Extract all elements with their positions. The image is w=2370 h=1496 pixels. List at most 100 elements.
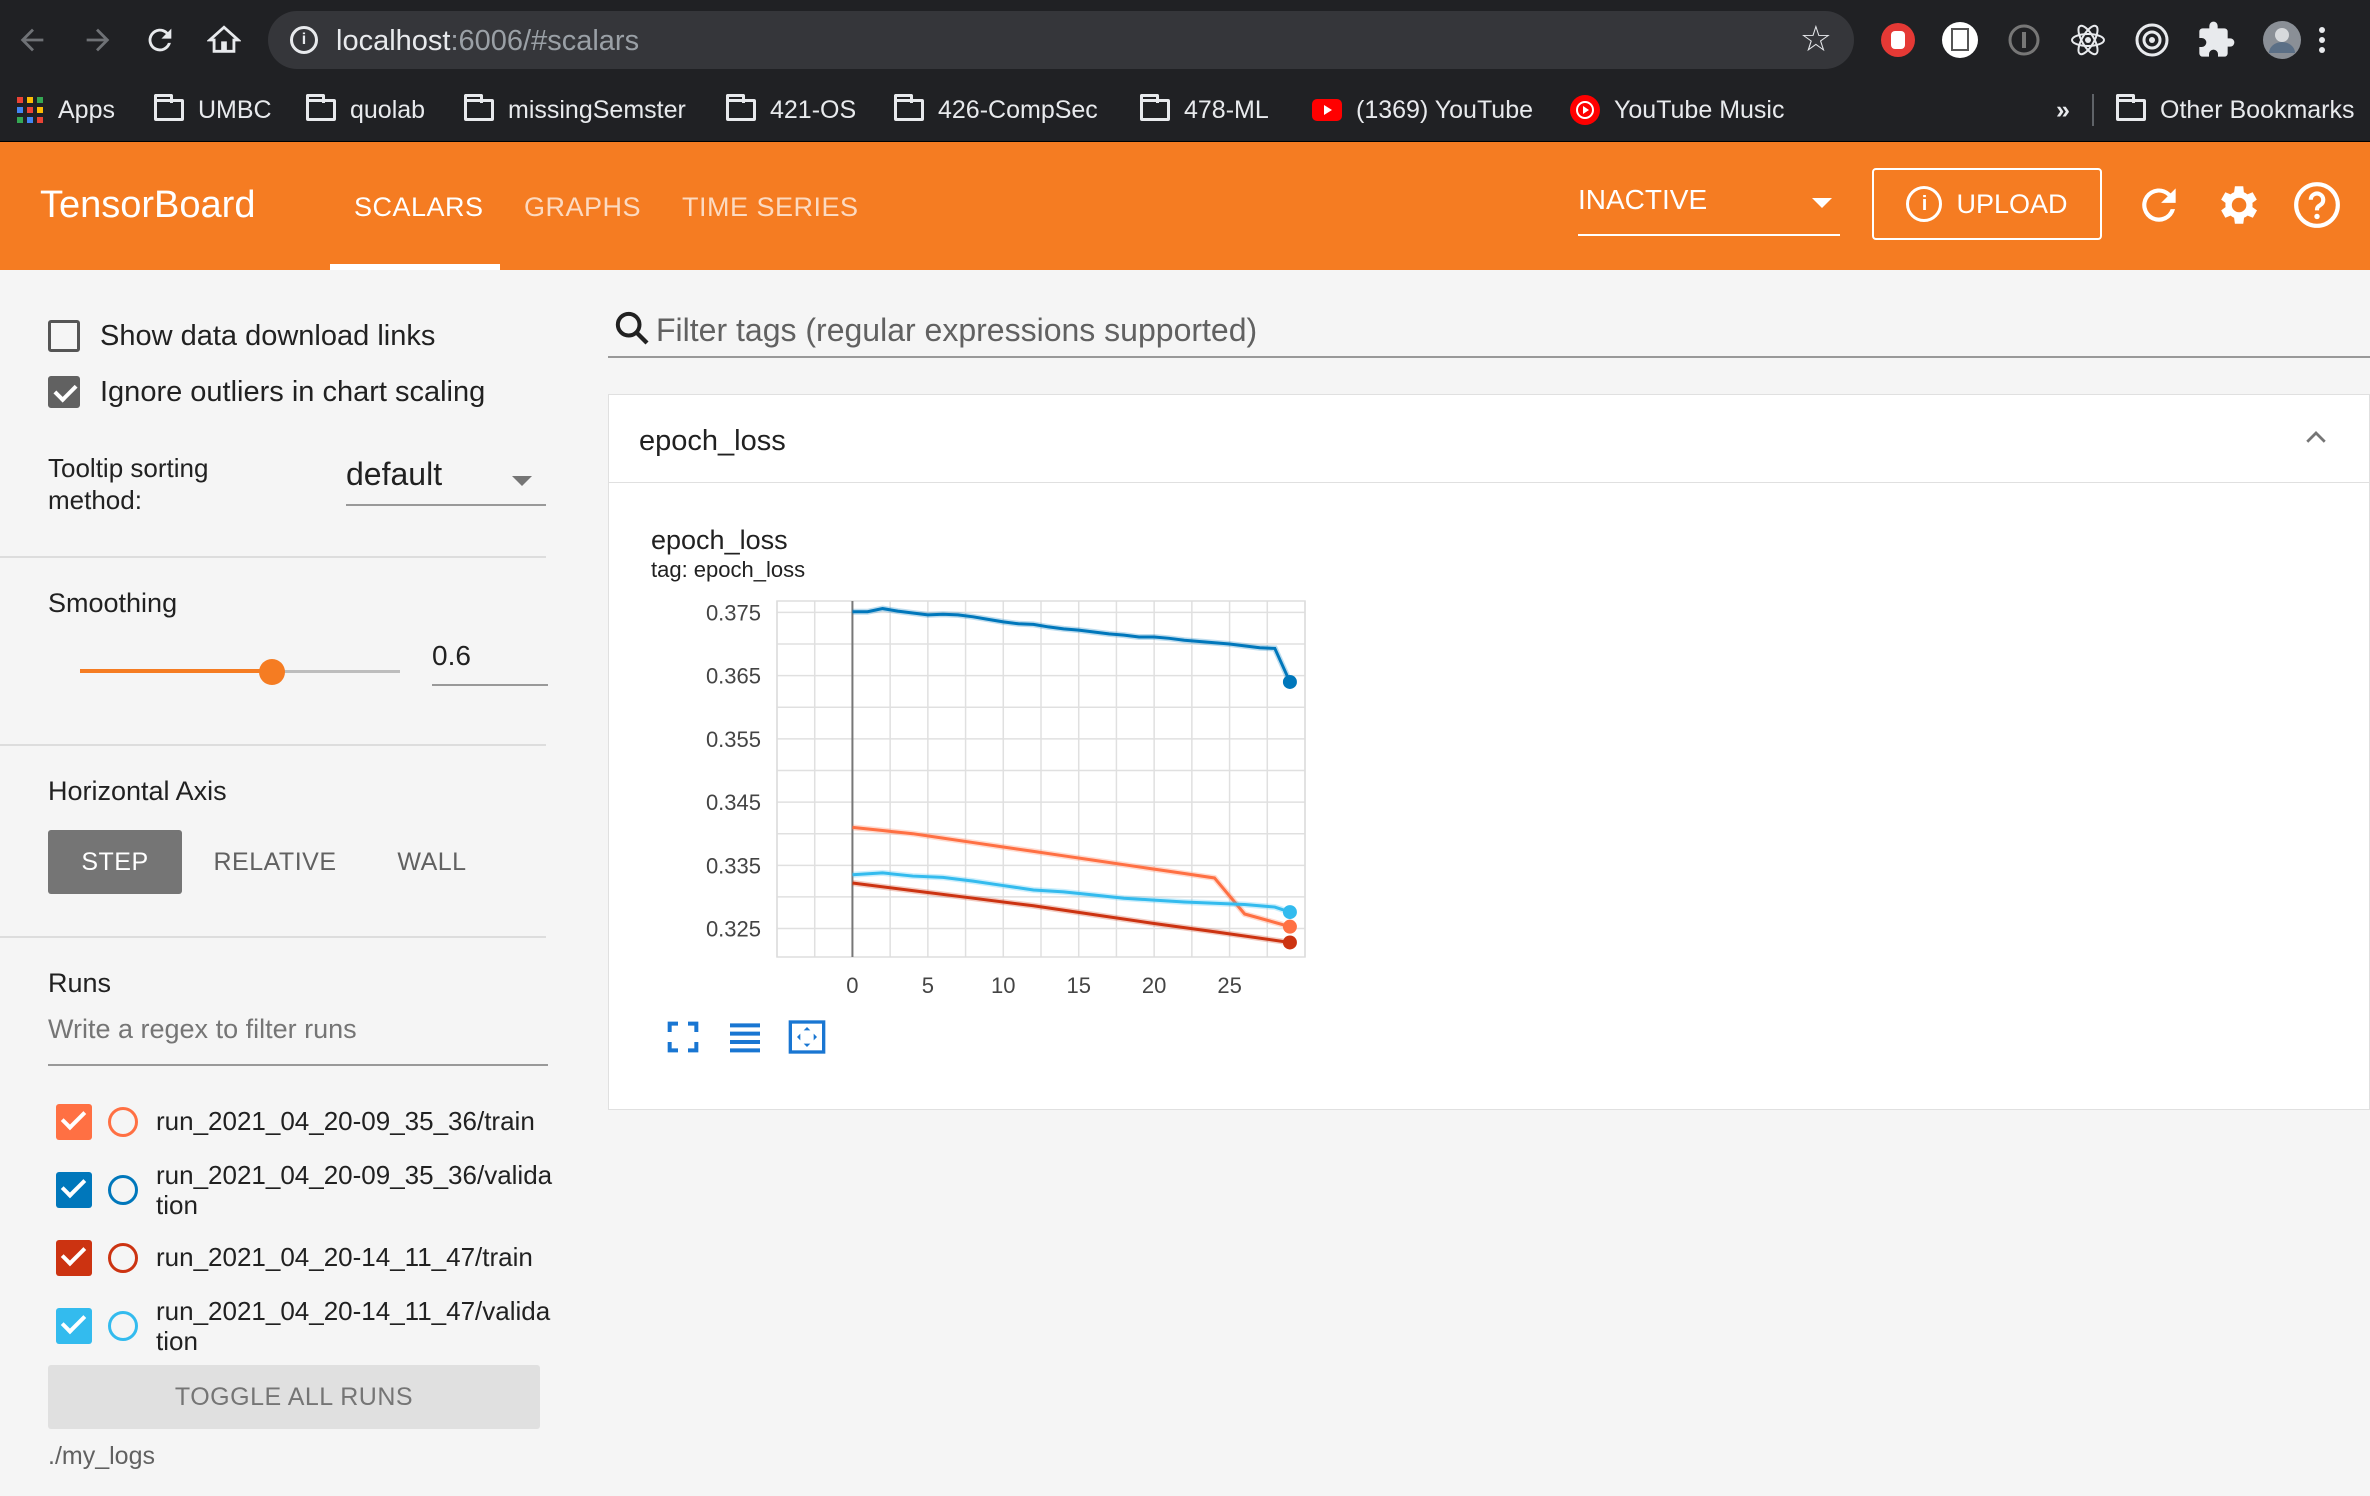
- home-icon: [207, 25, 241, 53]
- youtube-icon: [1312, 99, 1342, 121]
- url-text: localhost:6006/#scalars: [336, 25, 640, 57]
- chart-subtitle: tag: epoch_loss: [651, 557, 806, 582]
- refresh-icon[interactable]: [2134, 180, 2184, 230]
- more-bookmarks-button[interactable]: »: [2056, 88, 2070, 132]
- toggle-all-runs-button[interactable]: TOGGLE ALL RUNS: [48, 1365, 540, 1429]
- x-tick-label: 25: [1217, 973, 1241, 998]
- run-color-ring-3[interactable]: [108, 1243, 138, 1273]
- card-title: epoch_loss: [639, 425, 786, 457]
- scalar-card: epoch_loss epoch_loss tag: epoch_loss 0.…: [608, 394, 2370, 1110]
- reload-button[interactable]: [140, 20, 180, 60]
- browser-menu-icon[interactable]: [2312, 20, 2332, 60]
- info-icon: i: [1906, 186, 1943, 222]
- sidebar: Show data download links Ignore outliers…: [0, 270, 560, 1496]
- section-divider: [0, 556, 546, 558]
- smoothing-slider-thumb[interactable]: [259, 659, 285, 685]
- bookmark-label: 426-CompSec: [938, 95, 1098, 124]
- tab-graphs[interactable]: GRAPHS: [524, 192, 641, 223]
- avatar[interactable]: [2262, 20, 2302, 60]
- horizontal-axis-label: Horizontal Axis: [48, 776, 227, 806]
- y-tick-label: 0.375: [706, 600, 761, 625]
- home-button[interactable]: [204, 20, 244, 60]
- status-select[interactable]: INACTIVE: [1578, 184, 1840, 236]
- apps-grid-icon: [17, 97, 43, 123]
- bookmarks-bar: Apps UMBC quolab missingSemster 421-OS 4…: [0, 80, 2370, 142]
- info-extension-icon[interactable]: [2004, 20, 2044, 60]
- address-bar[interactable]: i localhost:6006/#scalars ☆: [268, 11, 1854, 69]
- smoothing-value-input[interactable]: 0.6: [432, 640, 548, 686]
- help-icon[interactable]: [2292, 180, 2342, 230]
- run-color-ring-2[interactable]: [108, 1175, 138, 1205]
- tab-time-series[interactable]: TIME SERIES: [682, 192, 859, 223]
- bookmark-426-compsec[interactable]: 426-CompSec: [894, 88, 1098, 132]
- tag-filter-input[interactable]: Filter tags (regular expressions support…: [608, 300, 2370, 358]
- line-chart[interactable]: 0.325 0.335 0.345 0.355 0.365 0.375 0 5 10 15 20 25: [629, 591, 1329, 1011]
- stop-hand-extension-icon[interactable]: [1878, 20, 1918, 60]
- run-checkbox-1[interactable]: [56, 1104, 92, 1140]
- section-divider: [0, 744, 546, 746]
- x-tick-label: 5: [922, 973, 934, 998]
- series-endpoint-2: [1282, 919, 1297, 934]
- run-name-3: run_2021_04_20-14_11_47/train: [156, 1242, 533, 1272]
- settings-gear-icon[interactable]: [2212, 180, 2262, 230]
- bookmark-other[interactable]: Other Bookmarks: [2116, 88, 2355, 132]
- card-header[interactable]: epoch_loss: [609, 395, 2369, 483]
- runs-filter-input[interactable]: Write a regex to filter runs: [48, 1014, 548, 1066]
- brand-title: TensorBoard: [40, 184, 256, 226]
- bookmark-label: 478-ML: [1184, 95, 1269, 124]
- fit-domain-icon[interactable]: [785, 1017, 829, 1057]
- chart-title: epoch_loss: [651, 525, 788, 555]
- back-button[interactable]: [12, 20, 52, 60]
- forward-button[interactable]: [78, 20, 118, 60]
- bookmark-youtube[interactable]: (1369) YouTube: [1312, 88, 1533, 132]
- folder-icon: [306, 94, 336, 121]
- target-extension-icon[interactable]: [2132, 20, 2172, 60]
- bookmark-label: 421-OS: [770, 95, 857, 124]
- bookmark-umbc[interactable]: UMBC: [154, 88, 272, 132]
- axis-step-button[interactable]: STEP: [48, 830, 182, 894]
- bookmark-421-os[interactable]: 421-OS: [726, 88, 856, 132]
- youtube-music-icon: [1570, 95, 1600, 125]
- run-color-ring-4[interactable]: [108, 1311, 138, 1341]
- tensorboard-app-bar: TensorBoard SCALARS GRAPHS TIME SERIES I…: [0, 142, 2370, 270]
- document-extension-icon[interactable]: [1940, 20, 1980, 60]
- bookmark-star-icon[interactable]: ☆: [1800, 21, 1832, 57]
- axis-relative-button[interactable]: RELATIVE: [196, 830, 354, 894]
- bookmark-quolab[interactable]: quolab: [306, 88, 425, 132]
- series-endpoint-1: [1282, 674, 1297, 689]
- upload-button[interactable]: i UPLOAD: [1872, 168, 2102, 240]
- run-checkbox-4[interactable]: [56, 1308, 92, 1344]
- axis-wall-button[interactable]: WALL: [370, 830, 494, 894]
- tab-scalars[interactable]: SCALARS: [354, 192, 484, 223]
- x-tick-label: 20: [1142, 973, 1166, 998]
- tooltip-sorting-select[interactable]: default: [346, 456, 546, 506]
- bookmark-478-ml[interactable]: 478-ML: [1140, 88, 1269, 132]
- toggle-log-scale-icon[interactable]: [723, 1017, 767, 1057]
- ignore-outliers-checkbox[interactable]: [48, 376, 80, 408]
- reload-icon: [148, 28, 172, 52]
- folder-icon: [894, 94, 924, 121]
- bookmark-youtube-music[interactable]: YouTube Music: [1570, 88, 1784, 132]
- folder-icon: [154, 94, 184, 121]
- run-color-ring-1[interactable]: [108, 1107, 138, 1137]
- y-tick-label: 0.325: [706, 917, 761, 942]
- x-tick-label: 0: [846, 973, 858, 998]
- runs-filter-placeholder: Write a regex to filter runs: [48, 1014, 357, 1044]
- puzzle-extensions-icon[interactable]: [2196, 20, 2236, 60]
- site-info-icon[interactable]: i: [290, 26, 318, 54]
- fullscreen-icon[interactable]: [661, 1017, 705, 1057]
- run-checkbox-2[interactable]: [56, 1172, 92, 1208]
- y-tick-label: 0.345: [706, 790, 761, 815]
- run-checkbox-3[interactable]: [56, 1240, 92, 1276]
- show-download-links-checkbox[interactable]: [48, 320, 80, 352]
- bookmark-label: quolab: [350, 95, 426, 124]
- bookmark-missingsemster[interactable]: missingSemster: [464, 88, 686, 132]
- log-directory: ./my_logs: [48, 1442, 155, 1470]
- search-icon: [615, 311, 649, 345]
- react-devtools-icon[interactable]: [2068, 20, 2108, 60]
- tooltip-sorting-value: default: [346, 456, 443, 492]
- chevron-up-icon[interactable]: [2301, 423, 2331, 453]
- tooltip-sorting-label: Tooltip sorting method:: [48, 453, 209, 515]
- bookmark-apps[interactable]: Apps: [16, 88, 115, 132]
- more-bookmarks-label: »: [2056, 95, 2070, 124]
